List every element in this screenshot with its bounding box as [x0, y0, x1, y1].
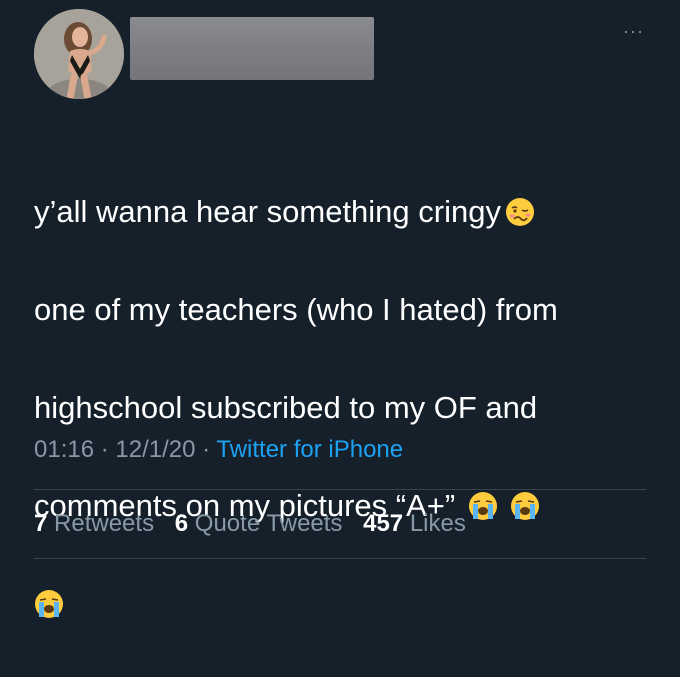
tweet-text: y’all wanna hear something cringy one of…: [34, 138, 654, 677]
quote-tweets-label: Quote Tweets: [194, 510, 343, 537]
likes-stat[interactable]: 457 Likes: [363, 510, 466, 537]
retweets-label: Retweets: [54, 510, 155, 537]
tweet-line: one of my teachers (who I hated) from: [34, 285, 654, 334]
avatar[interactable]: [34, 9, 124, 99]
redacted-username: [130, 17, 374, 80]
loudly-crying-face-emoji: [35, 590, 63, 618]
divider: [34, 558, 646, 559]
tweet-line-text: y’all wanna hear something cringy: [34, 194, 501, 229]
retweets-count: 7: [34, 510, 48, 537]
tweet-stats: 7 Retweets 6 Quote Tweets 457 Likes: [34, 510, 480, 538]
tweet-line: highschool subscribed to my OF and: [34, 383, 654, 432]
tweet-line-text: highschool subscribed to my OF and: [34, 390, 538, 425]
more-horizontal-icon[interactable]: ···: [623, 22, 644, 40]
likes-label: Likes: [409, 510, 466, 537]
likes-count: 457: [363, 510, 404, 537]
tweet-source-link[interactable]: Twitter for iPhone: [216, 436, 403, 463]
loudly-crying-face-emoji: [511, 492, 540, 520]
tweet-time[interactable]: 01:16: [34, 436, 94, 463]
tweet-meta: 01:16 · 12/1/20 · Twitter for iPhone: [34, 436, 403, 464]
tweet-line: [34, 579, 654, 628]
meta-separator: ·: [94, 436, 116, 463]
divider: [34, 489, 646, 490]
meta-separator: ·: [195, 436, 217, 463]
woozy-face-emoji: [505, 198, 534, 226]
tweet-line-text: one of my teachers (who I hated) from: [34, 292, 558, 327]
quote-tweets-count: 6: [174, 510, 189, 537]
retweets-stat[interactable]: 7 Retweets: [34, 510, 154, 537]
quote-tweets-stat[interactable]: 6 Quote Tweets: [175, 510, 343, 537]
tweet-line: y’all wanna hear something cringy: [34, 187, 654, 236]
avatar-photo: [34, 9, 124, 99]
tweet-date[interactable]: 12/1/20: [115, 436, 195, 463]
